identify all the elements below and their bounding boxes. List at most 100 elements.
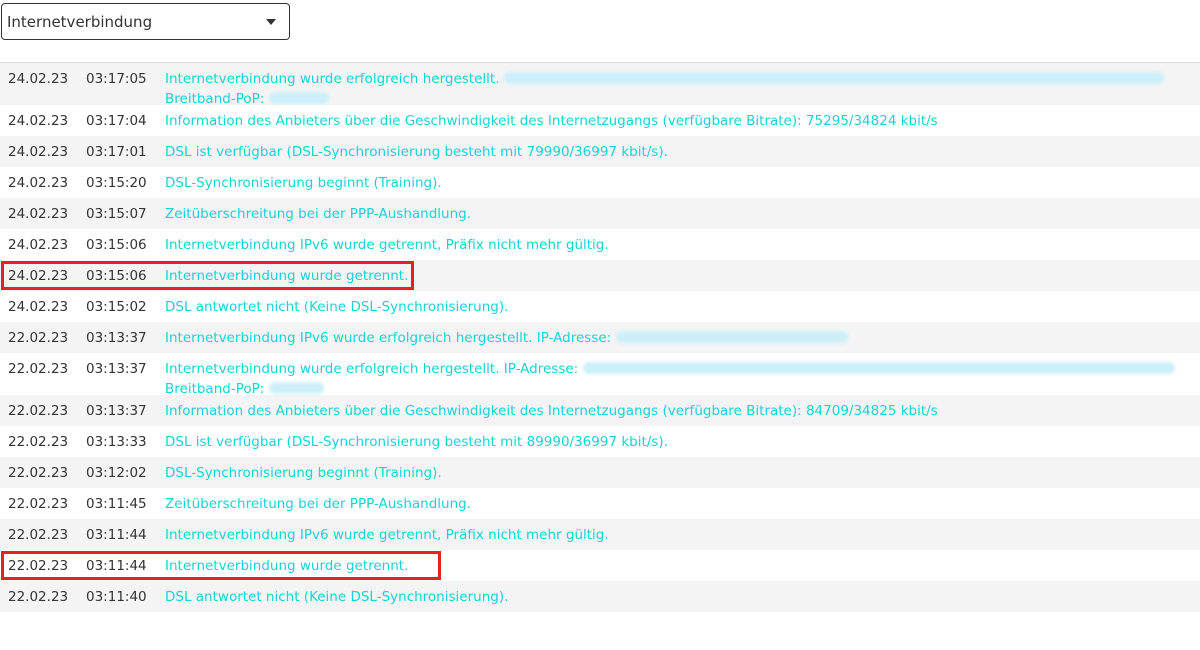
log-message-text: DSL-Synchronisierung beginnt (Training). [165, 175, 442, 191]
log-message-text: Internetverbindung wurde getrennt. [165, 268, 409, 284]
log-date: 22.02.23 [8, 496, 69, 512]
log-message-text: Internetverbindung IPv6 wurde getrennt, … [165, 527, 609, 543]
log-message-line: Internetverbindung wurde getrennt. [165, 556, 1200, 576]
log-row: 24.02.23 03:15:02 DSL antwortet nicht (Kei… [0, 291, 1200, 322]
log-row: 22.02.23 03:11:44 Internetverbindung IPv6 … [0, 519, 1200, 550]
log-message-text: Information des Anbieters über die Gesch… [165, 113, 938, 129]
log-message-line: Internetverbindung IPv6 wurde getrennt, … [165, 235, 1200, 255]
log-message-line: Breitband-PoP: [165, 379, 1200, 399]
event-filter-dropdown[interactable]: Internetverbindung [1, 3, 290, 40]
log-message-text: Zeitüberschreitung bei der PPP-Aushandlu… [165, 496, 472, 512]
log-message: DSL-Synchronisierung beginnt (Training). [165, 463, 1200, 483]
log-message: Internetverbindung IPv6 wurde erfolgreic… [165, 328, 1200, 348]
log-message: DSL antwortet nicht (Keine DSL-Synchroni… [165, 587, 1200, 607]
log-message-line: DSL-Synchronisierung beginnt (Training). [165, 173, 1200, 193]
log-date: 22.02.23 [8, 527, 69, 543]
log-date: 24.02.23 [8, 237, 69, 253]
log-message: Internetverbindung IPv6 wurde getrennt, … [165, 235, 1200, 255]
log-time: 03:12:02 [86, 465, 147, 481]
log-row: 22.02.23 03:13:33 DSL ist verfügbar (DSL-S… [0, 426, 1200, 457]
log-time: 03:15:06 [86, 268, 147, 284]
log-date: 22.02.23 [8, 361, 69, 377]
log-time: 03:13:37 [86, 361, 147, 377]
log-message: DSL antwortet nicht (Keine DSL-Synchroni… [165, 297, 1200, 317]
log-row: 22.02.23 03:13:37 Internetverbindung wurde… [0, 353, 1200, 397]
log-message-text: Internetverbindung wurde erfolgreich her… [165, 361, 579, 377]
log-time: 03:11:44 [86, 558, 147, 574]
log-message: Internetverbindung wurde erfolgreich her… [165, 359, 1200, 399]
log-message-text: DSL-Synchronisierung beginnt (Training). [165, 465, 442, 481]
log-date: 22.02.23 [8, 558, 69, 574]
log-date: 22.02.23 [8, 589, 69, 605]
log-message-line: DSL antwortet nicht (Keine DSL-Synchroni… [165, 587, 1200, 607]
log-time: 03:13:37 [86, 403, 147, 419]
log-message-text: Breitband-PoP: [165, 91, 265, 107]
redacted-value [268, 382, 324, 394]
log-row: 22.02.23 03:11:45 Zeitüberschreitung bei d… [0, 488, 1200, 519]
log-time: 03:11:40 [86, 589, 147, 605]
log-time: 03:15:20 [86, 175, 147, 191]
redacted-value [582, 362, 1175, 374]
log-message-text: Internetverbindung wurde getrennt. [165, 558, 409, 574]
log-time: 03:13:33 [86, 434, 147, 450]
log-message-line: Information des Anbieters über die Gesch… [165, 111, 1200, 131]
log-row: 22.02.23 03:11:44 Internetverbindung wurde… [0, 550, 1200, 581]
log-date: 24.02.23 [8, 268, 69, 284]
log-time: 03:17:05 [86, 71, 147, 87]
log-date: 22.02.23 [8, 403, 69, 419]
log-time: 03:11:45 [86, 496, 147, 512]
log-message-text: Zeitüberschreitung bei der PPP-Aushandlu… [165, 206, 472, 222]
log-message-text: DSL antwortet nicht (Keine DSL-Synchroni… [165, 589, 509, 605]
log-date: 24.02.23 [8, 206, 69, 222]
log-message: Internetverbindung wurde getrennt. [165, 266, 1200, 286]
log-message-text: DSL ist verfügbar (DSL-Synchronisierung … [165, 144, 668, 160]
log-row: 24.02.23 03:17:05 Internetverbindung wurde… [0, 63, 1200, 107]
log-message: DSL ist verfügbar (DSL-Synchronisierung … [165, 142, 1200, 162]
redacted-value [503, 72, 1164, 84]
log-message-text: DSL antwortet nicht (Keine DSL-Synchroni… [165, 299, 509, 315]
log-time: 03:17:04 [86, 113, 147, 129]
log-message-line: Zeitüberschreitung bei der PPP-Aushandlu… [165, 204, 1200, 224]
redacted-value [615, 331, 848, 343]
log-row: 22.02.23 03:13:37 Information des Anbieter… [0, 395, 1200, 426]
log-message: Zeitüberschreitung bei der PPP-Aushandlu… [165, 204, 1200, 224]
log-message-text: Internetverbindung wurde erfolgreich her… [165, 71, 500, 87]
log-message: Zeitüberschreitung bei der PPP-Aushandlu… [165, 494, 1200, 514]
chevron-down-icon [266, 19, 276, 25]
log-time: 03:15:06 [86, 237, 147, 253]
log-message-line: Internetverbindung wurde erfolgreich her… [165, 359, 1200, 379]
log-date: 24.02.23 [8, 144, 69, 160]
log-date: 22.02.23 [8, 465, 69, 481]
log-time: 03:13:37 [86, 330, 147, 346]
log-message-text: Information des Anbieters über die Gesch… [165, 403, 938, 419]
log-message: Information des Anbieters über die Gesch… [165, 111, 1200, 131]
log-message: Internetverbindung IPv6 wurde getrennt, … [165, 525, 1200, 545]
log-message-line: DSL ist verfügbar (DSL-Synchronisierung … [165, 432, 1200, 452]
log-row: 24.02.23 03:15:20 DSL-Synchronisierung beg… [0, 167, 1200, 198]
log-message: DSL ist verfügbar (DSL-Synchronisierung … [165, 432, 1200, 452]
log-message-line: Internetverbindung IPv6 wurde erfolgreic… [165, 328, 1200, 348]
log-message-line: DSL antwortet nicht (Keine DSL-Synchroni… [165, 297, 1200, 317]
log-message-line: Information des Anbieters über die Gesch… [165, 401, 1200, 421]
log-message-line: Internetverbindung IPv6 wurde getrennt, … [165, 525, 1200, 545]
log-row: 24.02.23 03:17:01 DSL ist verfügbar (DSL-S… [0, 136, 1200, 167]
log-message: Internetverbindung wurde getrennt. [165, 556, 1200, 576]
log-message-line: Internetverbindung wurde getrennt. [165, 266, 1200, 286]
log-message: DSL-Synchronisierung beginnt (Training). [165, 173, 1200, 193]
log-date: 24.02.23 [8, 113, 69, 129]
log-message: Information des Anbieters über die Gesch… [165, 401, 1200, 421]
log-time: 03:17:01 [86, 144, 147, 160]
log-message-text: Internetverbindung IPv6 wurde getrennt, … [165, 237, 609, 253]
log-row: 24.02.23 03:17:04 Information des Anbieter… [0, 105, 1200, 136]
log-row: 24.02.23 03:15:07 Zeitüberschreitung bei d… [0, 198, 1200, 229]
log-time: 03:15:02 [86, 299, 147, 315]
log-message: Internetverbindung wurde erfolgreich her… [165, 69, 1200, 109]
log-message-text: DSL ist verfügbar (DSL-Synchronisierung … [165, 434, 668, 450]
log-date: 22.02.23 [8, 330, 69, 346]
redacted-value [268, 92, 329, 104]
log-message-text: Internetverbindung IPv6 wurde erfolgreic… [165, 330, 612, 346]
log-message-line: Breitband-PoP: [165, 89, 1200, 109]
event-log-page: Internetverbindung 24.02.23 03:17:05 Inter… [0, 0, 1200, 650]
log-date: 24.02.23 [8, 299, 69, 315]
log-time: 03:11:44 [86, 527, 147, 543]
